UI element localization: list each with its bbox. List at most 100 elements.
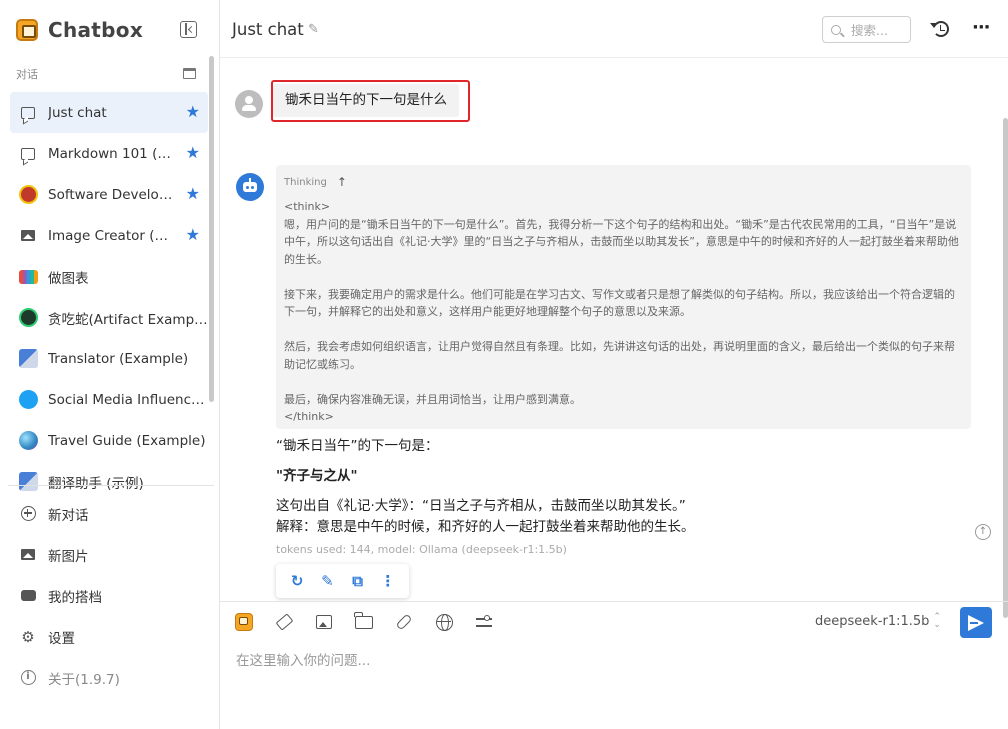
chat-icon xyxy=(18,103,38,123)
sidebar-scrollbar[interactable] xyxy=(209,56,214,402)
nav-label: 关于(1.9.7) xyxy=(48,671,120,688)
chat-title: Just chat xyxy=(232,20,304,39)
copy-icon[interactable]: ⧉ xyxy=(347,570,369,592)
session-label: Translator (Example) xyxy=(48,350,189,367)
search-placeholder: 搜索... xyxy=(851,23,888,38)
assistant-message: “锄禾日当午”的下一句是： "齐子与之从" 这句出自《礼记·大学》：“日当之子与… xyxy=(276,436,956,538)
session-label: Just chat xyxy=(48,104,107,121)
thinking-block: Thinking ↑ <think> 嗯，用户问的是“锄禾日当午的下一句是什么”… xyxy=(276,165,971,429)
session-item-chart[interactable]: 做图表 xyxy=(10,256,208,297)
edit-title-icon[interactable]: ✎ xyxy=(308,22,319,37)
collapse-sidebar-icon[interactable] xyxy=(180,21,197,38)
thinking-text: <think> 嗯，用户问的是“锄禾日当午的下一句是什么”。首先，我得分析一下这… xyxy=(284,200,959,423)
chevron-updown-icon: ⌃ ⌄ xyxy=(933,612,941,630)
search-icon xyxy=(831,24,841,35)
globe-avatar-icon xyxy=(18,431,38,451)
web-search-icon[interactable] xyxy=(434,612,454,632)
session-item-social-media[interactable]: Social Media Influencer (Example) xyxy=(10,379,208,420)
twitter-avatar-icon xyxy=(18,390,38,410)
app-name: Chatbox xyxy=(48,18,144,42)
thinking-label: Thinking xyxy=(284,176,327,188)
sidebar: Chatbox 对话 Just chat ★ Markdown 101 (Exa… xyxy=(0,0,220,729)
new-chat-button[interactable]: 新对话 xyxy=(10,493,208,534)
search-input[interactable]: 搜索... xyxy=(822,16,911,43)
copilot-picker-icon[interactable] xyxy=(234,612,254,632)
snake-avatar-icon xyxy=(18,308,38,328)
chatbox-logo-icon xyxy=(16,19,38,41)
new-image-icon xyxy=(18,545,38,565)
settings-tune-icon[interactable] xyxy=(474,612,494,632)
settings-button[interactable]: ⚙ 设置 xyxy=(10,616,208,657)
answer-explanation: 解释：意思是中午的时候，和齐好的人一起打鼓坐着来帮助他的生长。 xyxy=(276,519,695,535)
composer-toolbar xyxy=(234,611,514,632)
sidebar-divider xyxy=(8,485,214,486)
archive-icon[interactable] xyxy=(183,68,196,79)
model-name: deepseek-r1:1.5b xyxy=(815,613,930,629)
thinking-header[interactable]: Thinking ↑ xyxy=(284,175,963,189)
scroll-up-icon[interactable]: ↑ xyxy=(975,524,991,540)
token-info: tokens used: 144, model: Ollama (deepsee… xyxy=(276,543,567,556)
message-toolbar: ↻ ✎ ⧉ ⋮ xyxy=(276,564,409,598)
session-label: Image Creator (Example) xyxy=(48,227,176,244)
attach-image-icon[interactable] xyxy=(314,612,334,632)
model-select[interactable]: deepseek-r1:1.5b ⌃ ⌄ xyxy=(815,612,941,630)
nav-label: 我的搭档 xyxy=(48,589,102,606)
translator-avatar-icon xyxy=(18,472,38,492)
chat-header: Just chat ✎ 搜索... ··· xyxy=(220,0,1008,58)
history-icon[interactable] xyxy=(930,21,949,37)
regenerate-icon[interactable]: ↻ xyxy=(286,570,308,592)
session-label: 贪吃蛇(Artifact Example) xyxy=(48,311,208,328)
image-icon xyxy=(18,226,38,246)
star-icon[interactable]: ★ xyxy=(186,185,200,203)
star-icon[interactable]: ★ xyxy=(186,226,200,244)
nav-label: 新图片 xyxy=(48,548,89,565)
session-label: 翻译助手 (示例) xyxy=(48,475,144,492)
about-button[interactable]: i 关于(1.9.7) xyxy=(10,657,208,698)
user-avatar xyxy=(235,90,263,118)
session-item-software-developer[interactable]: Software Developer (Example) ★ xyxy=(10,174,208,215)
star-icon[interactable]: ★ xyxy=(186,103,200,121)
section-header: 对话 xyxy=(16,66,196,82)
eraser-icon[interactable] xyxy=(274,612,294,632)
highlight-box xyxy=(271,80,470,122)
session-item-markdown-101[interactable]: Markdown 101 (Example) ★ xyxy=(10,133,208,174)
developer-avatar-icon xyxy=(18,185,38,205)
send-button[interactable] xyxy=(960,607,992,638)
session-item-travel-guide[interactable]: Travel Guide (Example) xyxy=(10,420,208,461)
composer: deepseek-r1:1.5b ⌃ ⌄ 在这里输入你的问题... xyxy=(220,601,1008,729)
session-label: Software Developer (Example) xyxy=(48,186,176,203)
session-label: Social Media Influencer (Example) xyxy=(48,391,208,408)
session-item-snake[interactable]: 贪吃蛇(Artifact Example) xyxy=(10,297,208,338)
session-label: Markdown 101 (Example) xyxy=(48,145,176,162)
robot-icon xyxy=(18,586,38,606)
nav-label: 新对话 xyxy=(48,507,89,524)
section-title: 对话 xyxy=(16,68,38,81)
message-list: 锄禾日当午的下一句是什么 Thinking ↑ <think> 嗯，用户问的是“… xyxy=(220,58,1008,618)
session-list: Just chat ★ Markdown 101 (Example) ★ Sof… xyxy=(10,92,208,502)
session-item-image-creator[interactable]: Image Creator (Example) ★ xyxy=(10,215,208,256)
attach-link-icon[interactable] xyxy=(394,612,414,632)
star-icon[interactable]: ★ xyxy=(186,144,200,162)
answer-bold: "齐子与之从" xyxy=(276,468,358,484)
assistant-avatar xyxy=(236,173,264,201)
session-label: 做图表 xyxy=(48,270,89,287)
message-scrollbar[interactable] xyxy=(1003,118,1008,618)
chart-avatar-icon xyxy=(18,267,38,287)
send-icon xyxy=(968,614,984,631)
my-copilots-button[interactable]: 我的搭档 xyxy=(10,575,208,616)
message-input[interactable]: 在这里输入你的问题... xyxy=(236,649,370,669)
edit-icon[interactable]: ✎ xyxy=(316,570,338,592)
gear-icon: ⚙ xyxy=(21,627,35,646)
brand: Chatbox xyxy=(16,18,143,42)
nav-label: 设置 xyxy=(48,630,75,647)
sidebar-nav: 新对话 新图片 我的搭档 ⚙ 设置 i 关于(1.9.7) xyxy=(10,493,208,698)
plus-circle-icon xyxy=(18,504,38,524)
new-image-button[interactable]: 新图片 xyxy=(10,534,208,575)
more-icon[interactable]: ··· xyxy=(972,17,990,38)
attach-folder-icon[interactable] xyxy=(354,611,374,632)
session-item-translator[interactable]: Translator (Example) xyxy=(10,338,208,379)
session-item-just-chat[interactable]: Just chat ★ xyxy=(10,92,208,133)
more-vertical-icon[interactable]: ⋮ xyxy=(377,570,399,592)
collapse-arrow-icon[interactable]: ↑ xyxy=(337,175,347,189)
info-icon: i xyxy=(18,668,38,688)
